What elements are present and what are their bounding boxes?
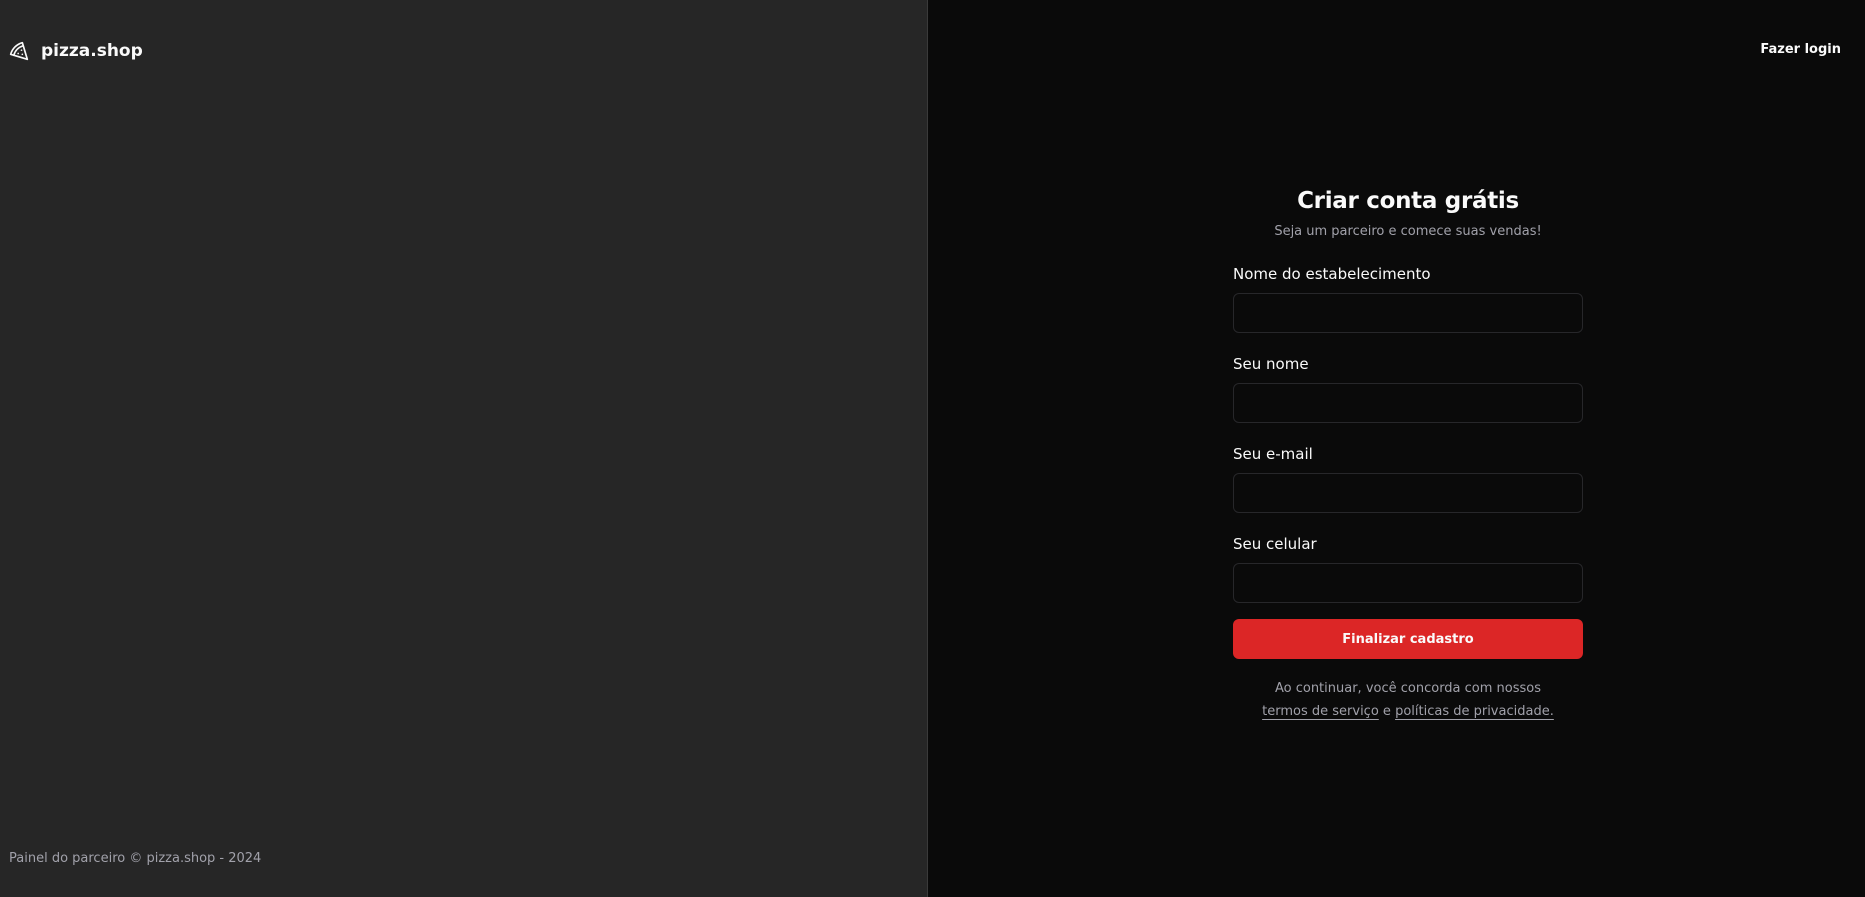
form-subtitle: Seja um parceiro e comece suas vendas! (1274, 224, 1542, 239)
email-input[interactable] (1233, 473, 1583, 513)
restaurant-name-label: Nome do estabelecimento (1233, 265, 1431, 283)
login-link[interactable]: Fazer login (1760, 42, 1841, 57)
form-panel: Fazer login Criar conta grátis Seja um p… (928, 0, 1865, 897)
manager-name-input[interactable] (1233, 383, 1583, 423)
privacy-policy-link[interactable]: políticas de privacidade. (1395, 704, 1554, 719)
field-email: Seu e-mail (1233, 445, 1583, 513)
field-manager-name: Seu nome (1233, 355, 1583, 423)
brand: pizza.shop (9, 41, 143, 61)
phone-input[interactable] (1233, 563, 1583, 603)
terms-of-service-link[interactable]: termos de serviço (1262, 704, 1379, 719)
phone-label: Seu celular (1233, 535, 1317, 553)
terms-connector: e (1382, 704, 1391, 719)
manager-name-label: Seu nome (1233, 355, 1309, 373)
field-phone: Seu celular (1233, 535, 1583, 603)
brand-name: pizza.shop (41, 41, 143, 61)
form-title: Criar conta grátis (1297, 188, 1519, 214)
email-label: Seu e-mail (1233, 445, 1313, 463)
signup-form: Criar conta grátis Seja um parceiro e co… (1233, 188, 1583, 723)
submit-button[interactable]: Finalizar cadastro (1233, 619, 1583, 659)
field-restaurant-name: Nome do estabelecimento (1233, 265, 1583, 333)
footer-copyright: Painel do parceiro © pizza.shop - 2024 (9, 851, 262, 866)
brand-panel: pizza.shop Painel do parceiro © pizza.sh… (0, 0, 928, 897)
terms-prefix: Ao continuar, você concorda com nossos (1274, 681, 1542, 696)
signup-page: pizza.shop Painel do parceiro © pizza.sh… (0, 0, 1865, 897)
terms-notice: Ao continuar, você concorda com nossos t… (1233, 677, 1583, 723)
restaurant-name-input[interactable] (1233, 293, 1583, 333)
pizza-icon (9, 41, 29, 61)
